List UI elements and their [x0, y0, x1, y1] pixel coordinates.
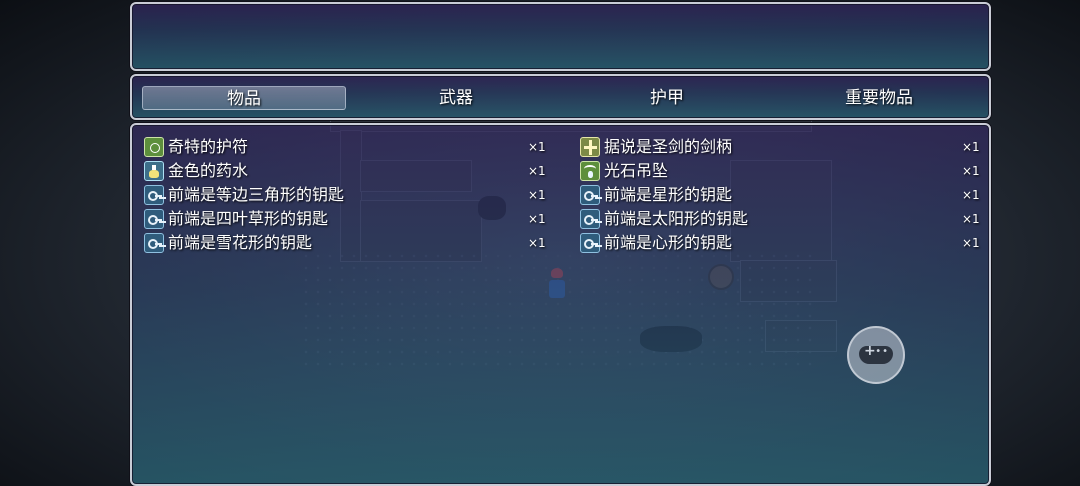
item-name: 据说是圣剑的剑柄 [604, 137, 733, 156]
item-quantity: ×1 [962, 140, 980, 154]
tab-key-items[interactable]: 重要物品 [777, 86, 981, 110]
potion-icon [144, 161, 164, 181]
tab-weapons[interactable]: 武器 [354, 86, 558, 110]
item-row[interactable]: 前端是星形的钥匙 ×1 [580, 183, 980, 207]
amulet-icon [144, 137, 164, 157]
item-name: 前端是雪花形的钥匙 [168, 233, 313, 252]
item-row[interactable]: 前端是四叶草形的钥匙 ×1 [144, 207, 546, 231]
key-icon [144, 209, 164, 229]
item-name: 前端是星形的钥匙 [604, 185, 733, 204]
item-name: 前端是心形的钥匙 [604, 233, 733, 252]
item-name: 前端是等边三角形的钥匙 [168, 185, 345, 204]
key-icon [144, 233, 164, 253]
item-quantity: ×1 [962, 164, 980, 178]
key-icon [144, 185, 164, 205]
item-row[interactable]: 前端是心形的钥匙 ×1 [580, 231, 980, 255]
item-row[interactable]: 光石吊坠 ×1 [580, 159, 980, 183]
item-name: 前端是太阳形的钥匙 [604, 209, 749, 228]
tab-armor[interactable]: 护甲 [565, 86, 769, 110]
item-name: 光石吊坠 [604, 161, 669, 180]
gamepad-button[interactable] [847, 326, 905, 384]
item-row[interactable]: 前端是太阳形的钥匙 ×1 [580, 207, 980, 231]
item-quantity: ×1 [962, 188, 980, 202]
item-row[interactable]: 前端是雪花形的钥匙 ×1 [144, 231, 546, 255]
sword-hilt-icon [580, 137, 600, 157]
item-quantity: ×1 [528, 236, 546, 250]
item-row[interactable]: 奇特的护符 ×1 [144, 135, 546, 159]
item-row[interactable]: 前端是等边三角形的钥匙 ×1 [144, 183, 546, 207]
item-name: 前端是四叶草形的钥匙 [168, 209, 329, 228]
pendant-icon [580, 161, 600, 181]
item-quantity: ×1 [528, 164, 546, 178]
key-icon [580, 185, 600, 205]
gamepad-icon [859, 343, 893, 364]
tab-items[interactable]: 物品 [142, 86, 346, 110]
item-quantity: ×1 [528, 188, 546, 202]
item-row[interactable]: 据说是圣剑的剑柄 ×1 [580, 135, 980, 159]
category-window: 物品 武器 护甲 重要物品 [130, 74, 991, 120]
help-window [130, 2, 991, 71]
item-quantity: ×1 [528, 212, 546, 226]
key-icon [580, 233, 600, 253]
item-name: 奇特的护符 [168, 137, 249, 156]
item-quantity: ×1 [528, 140, 546, 154]
item-quantity: ×1 [962, 236, 980, 250]
key-icon [580, 209, 600, 229]
item-row[interactable]: 金色的药水 ×1 [144, 159, 546, 183]
item-name: 金色的药水 [168, 161, 249, 180]
item-list-window: 奇特的护符 ×1 金色的药水 ×1 前端是等边三角形的钥匙 ×1 前端是四叶草形… [130, 123, 991, 486]
item-quantity: ×1 [962, 212, 980, 226]
